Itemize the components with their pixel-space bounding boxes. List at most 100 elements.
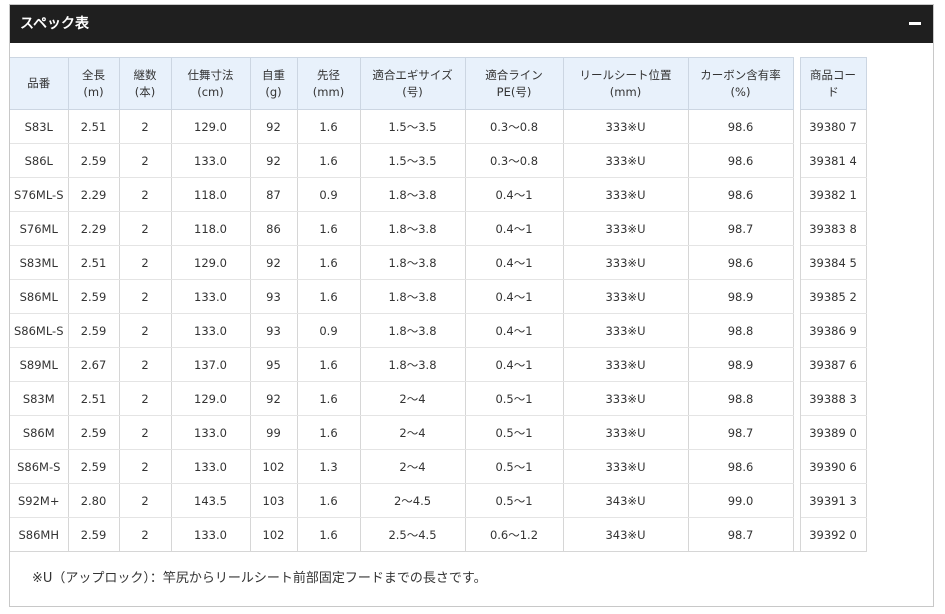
table-cell: 2.59 xyxy=(68,313,120,348)
table-cell: 0.4～1 xyxy=(465,211,564,246)
table-cell: 333※U xyxy=(563,109,689,144)
table-cell: 98.7 xyxy=(688,415,794,450)
table-cell: 2 xyxy=(119,177,172,212)
row-gap-cell xyxy=(793,177,801,212)
table-cell: 39392 0 xyxy=(800,517,867,552)
table-cell: 2 xyxy=(119,245,172,280)
table-cell: 39381 4 xyxy=(800,143,867,178)
table-cell: 333※U xyxy=(563,211,689,246)
table-cell: 2 xyxy=(119,381,172,416)
row-gap-cell xyxy=(793,245,801,280)
table-cell: 98.8 xyxy=(688,381,794,416)
table-cell: 0.4～1 xyxy=(465,347,564,382)
table-cell: 98.6 xyxy=(688,245,794,280)
header-gap-cell xyxy=(793,57,801,110)
row-gap-cell xyxy=(793,143,801,178)
table-cell: S86M xyxy=(10,415,69,450)
row-gap-cell xyxy=(793,517,801,552)
table-cell: 0.9 xyxy=(297,313,361,348)
row-gap-cell xyxy=(793,381,801,416)
table-cell: 2 xyxy=(119,279,172,314)
footnote: ※U（アップロック）：竿尻からリールシート前部固定フードまでの長さです。 xyxy=(32,571,487,586)
table-cell: 2 xyxy=(119,517,172,552)
table-cell: 99 xyxy=(250,415,298,450)
table-cell: S83M xyxy=(10,381,69,416)
table-cell: 2.51 xyxy=(68,109,120,144)
table-cell: 0.4～1 xyxy=(465,313,564,348)
table-row: S86M-S 2.59 2 133.0 102 1.3 2～4 0.5～1 333※U 98.6 3… xyxy=(10,449,867,484)
table-header-row: 品番 全長 (m) 継数 (本) 仕舞寸法 (cm) 自重 (g) 先径 (mm) 適合エギ… xyxy=(10,57,867,110)
table-cell: 93 xyxy=(250,279,298,314)
table-cell: 86 xyxy=(250,211,298,246)
table-cell: 1.6 xyxy=(297,143,361,178)
table-cell: 92 xyxy=(250,143,298,178)
table-cell: 102 xyxy=(250,517,298,552)
column-header: 商品コー ド xyxy=(800,57,867,110)
row-gap-cell xyxy=(793,347,801,382)
table-row: S86M 2.59 2 133.0 99 1.6 2～4 0.5～1 333※U 98.7 3938… xyxy=(10,415,867,450)
table-cell: 1.6 xyxy=(297,347,361,382)
table-cell: 39391 3 xyxy=(800,483,867,518)
table-cell: 2 xyxy=(119,313,172,348)
table-cell: 333※U xyxy=(563,347,689,382)
table-cell: 2～4 xyxy=(360,415,466,450)
table-cell: 1.8～3.8 xyxy=(360,279,466,314)
table-cell: S92M+ xyxy=(10,483,69,518)
table-cell: 98.6 xyxy=(688,109,794,144)
table-cell: 99.0 xyxy=(688,483,794,518)
table-cell: S86MH xyxy=(10,517,69,552)
table-cell: 2.5～4.5 xyxy=(360,517,466,552)
table-cell: 2 xyxy=(119,143,172,178)
table-cell: 98.7 xyxy=(688,517,794,552)
table-cell: 2 xyxy=(119,449,172,484)
table-row: S86MH 2.59 2 133.0 102 1.6 2.5～4.5 0.6～1.2 343※U… xyxy=(10,517,867,552)
spec-table-wrapper: 品番 全長 (m) 継数 (本) 仕舞寸法 (cm) 自重 (g) 先径 (mm) 適合エギ… xyxy=(10,57,867,552)
table-cell: 1.8～3.8 xyxy=(360,211,466,246)
row-gap-cell xyxy=(793,211,801,246)
table-cell: 98.6 xyxy=(688,143,794,178)
panel-header[interactable]: スペック表 xyxy=(10,5,933,43)
table-cell: 137.0 xyxy=(171,347,251,382)
table-cell: 143.5 xyxy=(171,483,251,518)
table-cell: 333※U xyxy=(563,449,689,484)
table-cell: 2 xyxy=(119,347,172,382)
table-cell: 39385 2 xyxy=(800,279,867,314)
row-gap-cell xyxy=(793,109,801,144)
column-header: 継数 (本) xyxy=(119,57,172,110)
table-cell: 0.9 xyxy=(297,177,361,212)
table-row: S86ML 2.59 2 133.0 93 1.6 1.8～3.8 0.4～1 333※U 98.… xyxy=(10,279,867,314)
table-body: S83L 2.51 2 129.0 92 1.6 1.5～3.5 0.3～0.8 333※U 98… xyxy=(10,109,867,552)
minus-icon[interactable] xyxy=(909,22,921,25)
table-cell: 2 xyxy=(119,109,172,144)
table-cell: 0.5～1 xyxy=(465,415,564,450)
table-cell: 2 xyxy=(119,415,172,450)
table-cell: 0.5～1 xyxy=(465,483,564,518)
table-cell: 1.8～3.8 xyxy=(360,245,466,280)
table-cell: S89ML xyxy=(10,347,69,382)
table-cell: 333※U xyxy=(563,313,689,348)
column-header: 品番 xyxy=(10,57,69,110)
table-cell: 129.0 xyxy=(171,245,251,280)
table-row: S83M 2.51 2 129.0 92 1.6 2～4 0.5～1 333※U 98.8 3938… xyxy=(10,381,867,416)
table-cell: 1.3 xyxy=(297,449,361,484)
spec-panel: スペック表 品番 全長 (m) 継数 (本) 仕舞寸法 (cm) 自重 (g) 先径 (m… xyxy=(9,4,934,607)
table-cell: 133.0 xyxy=(171,279,251,314)
table-cell: 1.6 xyxy=(297,211,361,246)
table-cell: 102 xyxy=(250,449,298,484)
column-header: カーボン含有率 (%) xyxy=(688,57,794,110)
table-cell: S76ML xyxy=(10,211,69,246)
table-cell: S86ML xyxy=(10,279,69,314)
table-cell: 1.8～3.8 xyxy=(360,347,466,382)
table-cell: 2.59 xyxy=(68,415,120,450)
table-cell: S83ML xyxy=(10,245,69,280)
table-row: S89ML 2.67 2 137.0 95 1.6 1.8～3.8 0.4～1 333※U 98.… xyxy=(10,347,867,382)
table-cell: 0.4～1 xyxy=(465,279,564,314)
table-cell: 2.51 xyxy=(68,381,120,416)
table-cell: 98.9 xyxy=(688,347,794,382)
row-gap-cell xyxy=(793,449,801,484)
table-cell: 129.0 xyxy=(171,109,251,144)
table-row: S86ML-S 2.59 2 133.0 93 0.9 1.8～3.8 0.4～1 333※U 9… xyxy=(10,313,867,348)
table-cell: 118.0 xyxy=(171,177,251,212)
table-cell: 39388 3 xyxy=(800,381,867,416)
table-cell: S86ML-S xyxy=(10,313,69,348)
